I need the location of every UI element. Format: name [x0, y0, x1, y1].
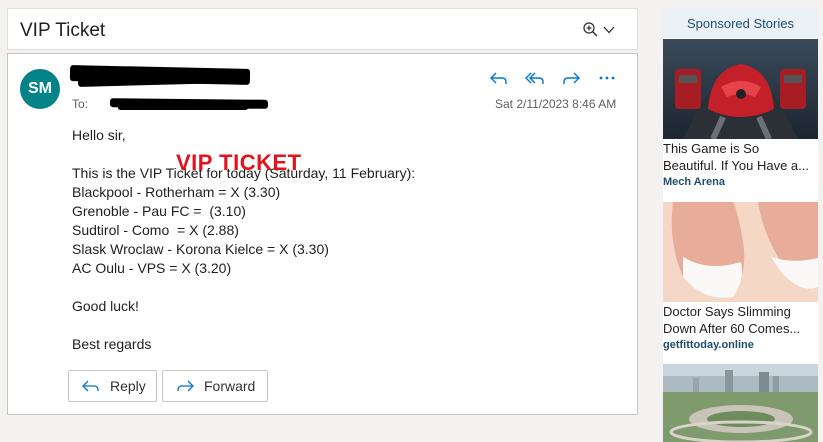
ad-title-line: Down After 60 Comes...: [663, 321, 801, 336]
body-line-match: Grenoble - Pau FC = (3.10): [72, 203, 246, 219]
ad-source[interactable]: getfittoday.online: [663, 339, 754, 351]
reply-icon[interactable]: [489, 69, 509, 87]
ad-title-line: Beautiful. If You Have a...: [663, 158, 809, 173]
forward-button[interactable]: Forward: [162, 370, 268, 402]
reply-button[interactable]: Reply: [68, 370, 157, 402]
sent-date: Sat 2/11/2023 8:46 AM: [495, 97, 617, 111]
ad-image-slimming[interactable]: [663, 202, 818, 302]
reply-button-label: Reply: [110, 378, 146, 394]
message-card: SM To: Sat 2/11/2023 8:46 AM Hello sir, …: [7, 53, 638, 415]
body-line-match: Slask Wroclaw - Korona Kielce = X (3.30): [72, 241, 329, 257]
ad-title[interactable]: This Game is So Beautiful. If You Have a…: [663, 140, 818, 174]
ad-source[interactable]: Mech Arena: [663, 176, 725, 188]
ad-title-line: This Game is So: [663, 141, 760, 156]
reply-icon: [82, 380, 99, 392]
body-line-match: Blackpool - Rotherham = X (3.30): [72, 184, 281, 200]
forward-button-label: Forward: [204, 378, 256, 394]
body-line-match: AC Oulu - VPS = X (3.20): [72, 260, 232, 276]
forward-icon[interactable]: [561, 69, 581, 87]
sponsored-sidebar: Sponsored Stories This Game is So Beauti…: [663, 8, 818, 442]
body-line-greeting: Hello sir,: [72, 127, 126, 143]
more-actions-icon[interactable]: [597, 69, 617, 87]
ad-image-city[interactable]: [663, 364, 818, 442]
redacted-recipient-scribble: [118, 105, 248, 110]
ad-title-line: Doctor Says Slimming: [663, 304, 791, 319]
body-line-luck: Good luck!: [72, 298, 139, 314]
to-label: To:: [72, 97, 89, 111]
chevron-down-icon[interactable]: [602, 23, 616, 37]
forward-icon: [177, 380, 194, 392]
vip-ticket-stamp: VIP TICKET: [176, 150, 302, 175]
ad-image-mech[interactable]: [663, 39, 818, 139]
body-line-match: Sudtirol - Como = X (2.88): [72, 222, 239, 238]
body-line-regards: Best regards: [72, 336, 152, 352]
avatar: SM: [20, 69, 60, 109]
zoom-in-icon[interactable]: [582, 21, 600, 39]
reply-all-icon[interactable]: [525, 69, 545, 87]
mail-header: VIP Ticket: [7, 8, 638, 50]
ad-title[interactable]: Doctor Says Slimming Down After 60 Comes…: [663, 303, 818, 337]
email-subject: VIP Ticket: [20, 20, 106, 41]
sponsored-title: Sponsored Stories: [663, 8, 818, 38]
